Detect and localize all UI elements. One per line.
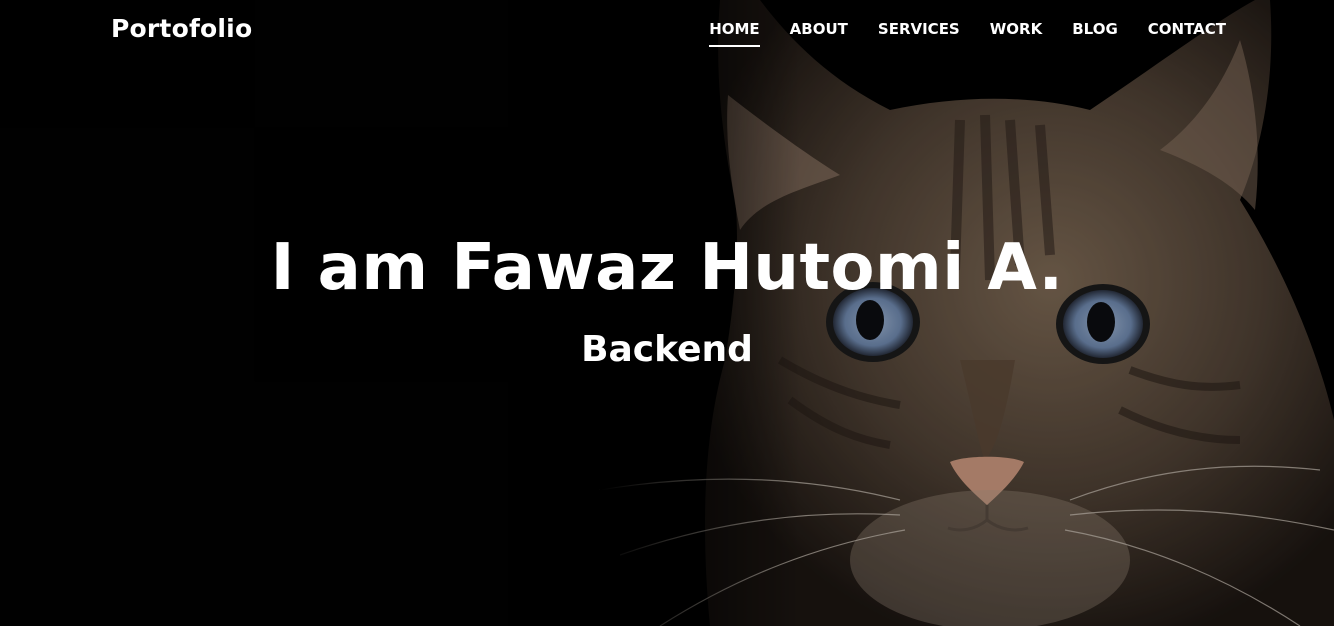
nav-item-blog: BLOG xyxy=(1072,20,1118,47)
nav-item-contact: CONTACT xyxy=(1148,20,1226,47)
nav-menu: HOME ABOUT SERVICES WORK BLOG CONTACT xyxy=(709,20,1226,47)
brand-logo[interactable]: Portofolio xyxy=(111,14,252,43)
nav-link-services[interactable]: SERVICES xyxy=(878,20,960,47)
hero-content: I am Fawaz Hutomi A. Backend xyxy=(0,226,1334,370)
nav-link-work[interactable]: WORK xyxy=(990,20,1042,47)
nav-link-home[interactable]: HOME xyxy=(709,20,760,47)
navbar: Portofolio HOME ABOUT SERVICES WORK BLOG… xyxy=(0,0,1334,64)
hero-section: Portofolio HOME ABOUT SERVICES WORK BLOG… xyxy=(0,0,1334,626)
hero-title: I am Fawaz Hutomi A. xyxy=(270,231,1064,305)
nav-link-about[interactable]: ABOUT xyxy=(790,20,848,47)
hero-subtitle: Backend xyxy=(581,329,753,370)
nav-item-work: WORK xyxy=(990,20,1042,47)
nav-item-services: SERVICES xyxy=(878,20,960,47)
nav-item-about: ABOUT xyxy=(790,20,848,47)
nav-link-contact[interactable]: CONTACT xyxy=(1148,20,1226,47)
nav-link-blog[interactable]: BLOG xyxy=(1072,20,1118,47)
nav-item-home: HOME xyxy=(709,20,760,47)
